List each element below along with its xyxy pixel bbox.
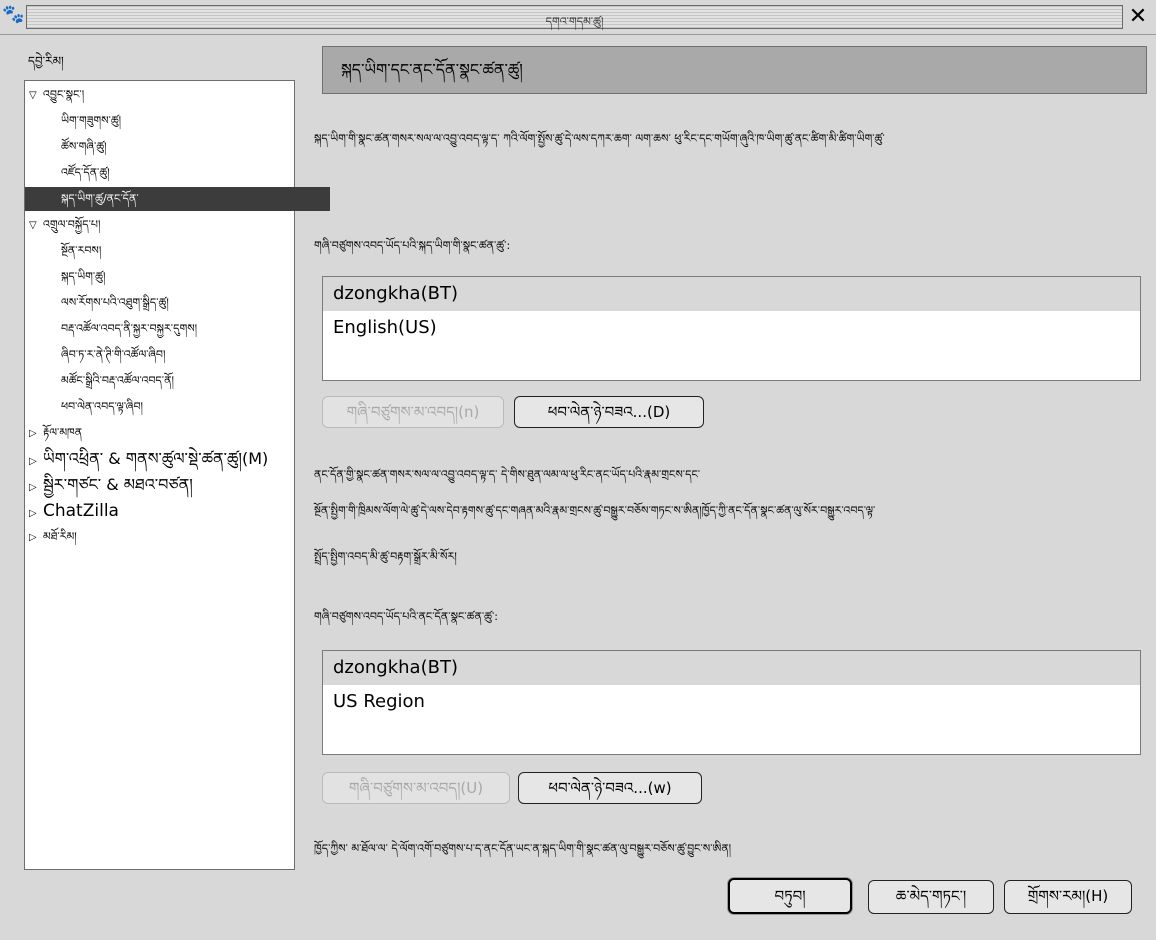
installed-content-label: གཞི་བཙུགས་འབད་ཡོད་པའི་ནང་དོན་སྣང་ཚན་ཚུ་: <box>314 610 498 623</box>
tree-item-label: མཚོང་སྒྲིའི་བརྡ་འཚོལ་འབད་ནོ། <box>61 374 174 387</box>
tree-item-label: མཐོ་རིམ། <box>43 530 77 543</box>
window-title: དགའ་གདམ་ཚུ། <box>545 15 604 28</box>
expander-closed-icon[interactable]: ▷ <box>29 422 43 446</box>
tree-item-appearance[interactable]: ▽ འབྱུང་སྣང་། <box>25 83 298 107</box>
tree-item-label: ཞིབ་ཏ་ར་ནེ་ཊི་གི་འཚོལ་ཞིབ། <box>61 348 166 361</box>
title-bar: 🐾 དགའ་གདམ་ཚུ། ✕ <box>0 0 1156 35</box>
installed-languages-label: གཞི་བཙུགས་འབད་ཡོད་པའི་སྐད་ཡིག་གི་སྣང་ཚན་… <box>314 239 511 252</box>
tree-item-label: སྦྱིར་གཙང་ & མཐའ་བཙན། <box>43 475 193 494</box>
expander-closed-icon[interactable]: ▷ <box>29 476 43 500</box>
expander-closed-icon[interactable]: ▷ <box>29 450 43 474</box>
expander-closed-icon[interactable]: ▷ <box>29 502 43 526</box>
tree-item-fonts[interactable]: ཡིག་གཟུགས་ཚུ། <box>25 109 330 133</box>
tree-item-composer[interactable]: ▷ རྟོལ་མཁན <box>25 421 298 445</box>
paw-icon[interactable]: 🐾 <box>2 4 24 26</box>
tree-item-label: ChatZilla <box>43 501 119 521</box>
tree-item-history[interactable]: སྔོན་རབས། <box>25 239 330 263</box>
language-list[interactable]: dzongkha(BT) English(US) <box>322 276 1141 381</box>
panel-header: སྐད་ཡིག་དང་ནང་དོན་སྣང་ཚན་ཚུ། <box>322 46 1147 94</box>
content-description-2: སྔོན་སྤྱིག་གི་ཁྲིམས་ལོག་ལེ་ཚུ་དེ་ལས་དེབ་… <box>314 504 876 517</box>
tree-item-navigator[interactable]: ▽ འགྲུལ་བསྐྱོད་པ། <box>25 213 298 237</box>
tree-item-label: ཡིག་འཕྲིན་ & གནས་ཚུལ་སྡེ་ཚན་ཚུ།(M) <box>43 449 269 468</box>
content-description-1: ནང་དོན་གྱི་སྣང་ཚན་གསར་སལ་ལ་འབྱུ་འབད་ལྟ་ད… <box>314 468 701 481</box>
tree-item-smart-browsing[interactable]: བརྡ་འཚོལ་འབད་ནི་སྐྱར་བསྐྱར་དུགས། <box>25 317 330 341</box>
download-language-button[interactable]: ཕབ་ལེན་ཉེ་བཟའ...(D) <box>514 396 704 428</box>
tree-item-helper-apps[interactable]: ལས་རོགས་པའི་འཐུག་སྒྲིད་ཚུ། <box>25 291 330 315</box>
tree-item-label: འགྲུལ་བསྐྱོད་པ། <box>43 218 101 231</box>
ok-button[interactable]: བཏུབ། <box>728 878 852 914</box>
tree-item-label: འབྱུང་སྣང་། <box>43 88 85 101</box>
title-strip[interactable]: དགའ་གདམ་ཚུ། <box>26 5 1123 29</box>
list-item[interactable]: dzongkha(BT) <box>323 277 1140 311</box>
tree-item-label: ཕབ་ལེན་འབད་ལྟ་ཞིབ། <box>61 400 143 413</box>
tree-item-label: ལས་རོགས་པའི་འཐུག་སྒྲིད་ཚུ། <box>61 296 169 309</box>
intro-text: སྐད་ཡིག་གི་སྣང་ཚན་གསར་སལ་ལ་འབྱུ་འབད་ལྟ་ད… <box>314 132 885 145</box>
tree-item-languages[interactable]: སྐད་ཡིག་ཚུ། <box>25 265 330 289</box>
content-pack-list[interactable]: dzongkha(BT) US Region <box>322 650 1141 755</box>
list-item[interactable]: dzongkha(BT) <box>323 651 1140 685</box>
tree-item-advanced[interactable]: ▷ མཐོ་རིམ། <box>25 525 298 549</box>
close-icon[interactable]: ✕ <box>1124 4 1152 30</box>
tree-item-internet-search[interactable]: ཞིབ་ཏ་ར་ནེ་ཊི་གི་འཚོལ་ཞིབ། <box>25 343 330 367</box>
list-item[interactable]: English(US) <box>323 311 1140 345</box>
uninstall-content-button[interactable]: གཞི་བཙུགས་མ་འབད།(U) <box>322 772 510 804</box>
tree-item-mail-newsgroups[interactable]: ▷ ཡིག་འཕྲིན་ & གནས་ཚུལ་སྡེ་ཚན་ཚུ།(M) <box>25 447 298 471</box>
expander-open-icon[interactable]: ▽ <box>29 214 43 238</box>
expander-open-icon[interactable]: ▽ <box>29 84 43 108</box>
tree-item-label: འཛོད་དོན་ཚུ། <box>61 166 110 179</box>
content-description-3: སྤྲོད་སྤྱིག་འབད་མི་ཚུ་བརྟག་སྒྲོར་མི་སོར། <box>314 550 457 563</box>
tree-item-colors[interactable]: ཚོས་གཞི་ཚུ། <box>25 135 330 159</box>
tree-item-label: སྐད་ཡིག་ཚུ། <box>61 270 106 283</box>
tree-item-downloads[interactable]: ཕབ་ལེན་འབད་ལྟ་ཞིབ། <box>25 395 330 419</box>
tree-item-label: ཡིག་གཟུགས་ཚུ། <box>61 114 122 127</box>
tree-item-privacy-security[interactable]: ▷ སྦྱིར་གཙང་ & མཐའ་བཙན། <box>25 473 298 497</box>
tree-item-label: རྟོལ་མཁན <box>43 426 83 439</box>
tree-item-themes[interactable]: འཛོད་དོན་ཚུ། <box>25 161 330 185</box>
tree-item-languages-content[interactable]: སྐད་ཡིག་ཚུ/ནང་དོན་ <box>25 187 330 211</box>
category-tree[interactable]: ▽ འབྱུང་སྣང་། ཡིག་གཟུགས་ཚུ། ཚོས་གཞི་ཚུ། འ… <box>24 80 330 870</box>
list-item[interactable]: US Region <box>323 685 1140 719</box>
tree-item-chatzilla[interactable]: ▷ ChatZilla <box>25 499 298 523</box>
help-button[interactable]: གྲོགས་རམ།(H) <box>1004 880 1132 914</box>
tree-item-label: སྐད་ཡིག་ཚུ/ནང་དོན་ <box>61 192 139 205</box>
tree-item-tabbed-browsing[interactable]: མཚོང་སྒྲིའི་བརྡ་འཚོལ་འབད་ནོ། <box>25 369 330 393</box>
cancel-button[interactable]: ཆ་མེད་གཏང་། <box>868 880 994 914</box>
restart-note: ཁྱོད་ཀྱིས་ མ་ཐོལ་ལ་ དེ་ལོག་འགོ་བཙུགས་པ་ད… <box>314 842 732 855</box>
tree-item-label: སྔོན་རབས། <box>61 244 102 257</box>
uninstall-language-button[interactable]: གཞི་བཙུགས་མ་འབད།(n) <box>322 396 504 428</box>
category-label: དབྱེ་རིམ། <box>28 54 64 68</box>
expander-closed-icon[interactable]: ▷ <box>29 526 43 550</box>
tree-item-label: བརྡ་འཚོལ་འབད་ནི་སྐྱར་བསྐྱར་དུགས། <box>61 322 198 335</box>
tree-item-label: ཚོས་གཞི་ཚུ། <box>61 140 107 153</box>
download-content-button[interactable]: ཕབ་ལེན་ཉེ་བཟའ...(w) <box>518 772 702 804</box>
